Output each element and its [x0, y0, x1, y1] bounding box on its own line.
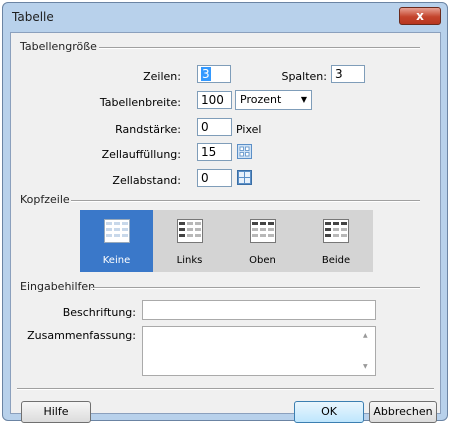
window-title: Tabelle — [12, 10, 54, 24]
tabellenbreite-unit-select[interactable]: Prozent ▼ — [235, 90, 312, 110]
vertical-scrollbar[interactable]: ▲ ▼ — [359, 327, 375, 375]
section-divider — [71, 200, 420, 202]
abbrechen-button[interactable]: Abbrechen — [369, 401, 437, 423]
spalten-label: Spalten: — [281, 70, 327, 83]
kopfzeile-option-oben[interactable]: Oben — [226, 210, 299, 272]
section-label-tabellengroesse: Tabellengröße — [20, 40, 97, 53]
beschriftung-label: Beschriftung: — [62, 306, 136, 319]
randstaerke-unit-label: Pixel — [236, 123, 262, 136]
dialog-client-area: Tabellengröße Zeilen: 3 Spalten: 3 Tabel… — [10, 32, 441, 423]
footer-divider — [17, 388, 434, 390]
kopfzeile-option-label: Keine — [102, 255, 131, 266]
tabellenbreite-input[interactable]: 100 — [197, 91, 232, 109]
header-both-icon — [323, 219, 349, 243]
kopfzeile-option-links[interactable]: Links — [153, 210, 226, 272]
zusammenfassung-label: Zusammenfassung: — [27, 329, 136, 342]
section-divider — [91, 287, 420, 289]
zusammenfassung-textarea[interactable]: ▲ ▼ — [142, 326, 376, 376]
randstaerke-label: Randstärke: — [115, 123, 181, 136]
scroll-down-icon[interactable]: ▼ — [363, 363, 368, 370]
randstaerke-input[interactable]: 0 — [197, 118, 232, 136]
kopfzeile-option-label: Oben — [249, 255, 276, 266]
ok-button[interactable]: OK — [294, 401, 364, 423]
zellauffuellung-input[interactable]: 15 — [197, 143, 232, 161]
zeilen-value: 3 — [201, 67, 211, 81]
kopfzeile-option-label: Links — [176, 255, 203, 266]
section-label-kopfzeile: Kopfzeile — [20, 193, 70, 206]
close-button[interactable]: x — [399, 7, 441, 25]
kopfzeile-option-beide[interactable]: Beide — [299, 210, 373, 272]
cell-spacing-icon — [237, 170, 252, 185]
dialog-window: Tabelle x Tabellengröße Zeilen: 3 Spalte… — [2, 2, 448, 423]
zeilen-label: Zeilen: — [143, 70, 181, 83]
section-label-eingabehilfen: Eingabehilfen — [20, 280, 96, 293]
tabellenbreite-label: Tabellenbreite: — [99, 96, 181, 109]
header-none-icon — [104, 219, 130, 243]
header-top-icon — [250, 219, 276, 243]
section-divider — [99, 47, 420, 49]
beschriftung-input[interactable] — [142, 300, 376, 320]
cell-padding-icon — [237, 144, 252, 159]
kopfzeile-option-label: Beide — [321, 255, 351, 266]
zellauffuellung-label: Zellauffüllung: — [101, 148, 181, 161]
zellabstand-input[interactable]: 0 — [197, 169, 232, 187]
kopfzeile-option-keine[interactable]: Keine — [80, 210, 153, 272]
hilfe-button[interactable]: Hilfe — [21, 401, 91, 423]
spalten-input[interactable]: 3 — [331, 65, 365, 83]
chevron-down-icon: ▼ — [300, 95, 307, 104]
unit-select-value: Prozent — [240, 93, 282, 106]
kopfzeile-option-group: Keine Links Oben Beide — [80, 210, 373, 272]
zeilen-input[interactable]: 3 — [197, 65, 231, 83]
zellabstand-label: Zellabstand: — [112, 174, 181, 187]
header-left-icon — [177, 219, 203, 243]
close-icon: x — [416, 9, 424, 23]
title-bar: Tabelle x — [3, 3, 447, 31]
scroll-up-icon[interactable]: ▲ — [363, 332, 368, 339]
